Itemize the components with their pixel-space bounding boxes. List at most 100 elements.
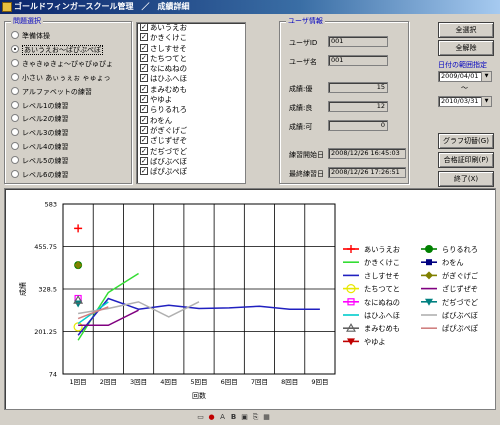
checkbox[interactable] (140, 84, 148, 93)
list-item[interactable]: あいうえお (137, 23, 245, 33)
list-item[interactable]: だぢづでど (137, 146, 245, 157)
list-item[interactable]: わをん (137, 115, 245, 126)
checkbox[interactable] (140, 95, 148, 104)
list-item-label: やゆよ (150, 95, 173, 105)
problem-option-label: アルファベットの練習 (22, 87, 92, 96)
checkbox[interactable] (140, 136, 148, 145)
y-tick-label: 328.5 (38, 286, 57, 294)
user-info-label: ユーザ情報 (286, 17, 325, 26)
problem-option[interactable]: レベル1の練習 (11, 100, 68, 112)
checkbox[interactable] (140, 74, 148, 83)
radio-button[interactable] (11, 114, 19, 123)
problem-option-label: 準備体操 (22, 32, 50, 40)
y-axis-label: 成績 (18, 282, 27, 296)
user-name-label: ユーザ名 (289, 58, 317, 66)
checkbox[interactable] (140, 115, 148, 124)
start-date-field: 2008/12/26 16:45:03 (328, 148, 406, 159)
radio-button[interactable] (11, 58, 19, 67)
print-certificate-button[interactable]: 合格証印刷(P) (438, 152, 494, 168)
chevron-down-icon[interactable]: ▼ (481, 72, 491, 81)
legend-label: ぱぴぷぺぽ (442, 324, 479, 333)
checkbox[interactable] (140, 125, 148, 134)
list-item[interactable]: さしすせそ (137, 43, 245, 54)
list-item[interactable]: ざじずぜぞ (137, 136, 245, 146)
problem-option-label: レベル2の練習 (22, 115, 69, 124)
problem-option[interactable]: きゃきゅきょ～ぴゃぴゅぴょ (11, 58, 113, 70)
checkbox[interactable] (140, 167, 148, 176)
radio-button[interactable] (11, 100, 19, 109)
checkbox[interactable] (140, 23, 148, 31)
problem-option[interactable]: レベル5の練習 (11, 155, 68, 167)
list-item[interactable]: たちつてと (137, 53, 245, 64)
problem-option[interactable]: 小さい あぃぅぇぉ ゃゅょっ (11, 72, 110, 84)
chevron-down-icon[interactable]: ▼ (481, 97, 491, 106)
grade-excellent-field: 15 (328, 82, 388, 93)
x-tick-label: 1回目 (70, 378, 87, 386)
exit-button[interactable]: 終了(X) (438, 171, 494, 187)
checkbox[interactable] (140, 156, 148, 165)
legend-label: わをん (442, 258, 464, 267)
graph-toggle-button[interactable]: グラフ切替(G) (438, 133, 494, 149)
x-tick-label: 5回目 (190, 378, 207, 386)
image-icon[interactable]: ▣ (240, 413, 249, 422)
list-item[interactable]: ぱぴぷぺぽ (137, 167, 245, 177)
radio-button[interactable] (11, 31, 19, 39)
date-to-select[interactable]: 2010/03/31 ▼ (438, 96, 492, 107)
date-from-select[interactable]: 2009/04/01 ▼ (438, 71, 492, 82)
radio-button[interactable] (11, 86, 19, 95)
radio-button[interactable] (11, 44, 19, 53)
radio-button[interactable] (11, 128, 19, 137)
list-item[interactable]: なにぬねの (137, 64, 245, 74)
record-icon[interactable]: ● (207, 413, 216, 422)
problem-option[interactable]: レベル6の練習 (11, 169, 68, 181)
problem-option[interactable]: あいうえお～ぱぴぷぺぽ (11, 44, 103, 56)
problem-option[interactable]: レベル2の練習 (11, 113, 68, 125)
checkbox[interactable] (140, 43, 148, 52)
legend-label: やゆよ (364, 337, 386, 346)
checkbox[interactable] (140, 53, 148, 62)
legend-label: だぢづでど (442, 298, 478, 307)
list-item-label: ざじずぜぞ (150, 136, 187, 146)
checkbox[interactable] (140, 146, 148, 155)
window-title-bar[interactable]: ゴールドフィンガースクール管理 ／ 成績詳細 (0, 0, 500, 14)
radio-button[interactable] (11, 170, 19, 178)
user-id-field: 001 (328, 36, 388, 47)
list-item[interactable]: やゆよ (137, 95, 245, 105)
y-tick-label: 583 (45, 201, 57, 209)
student-checklist[interactable]: あいうえおかきくけこさしすせそたちつてとなにぬねのはひふへほまみむめもやゆよらり… (136, 22, 246, 184)
legend-marker (425, 245, 433, 253)
problem-option-label: 小さい あぃぅぇぉ ゃゅょっ (22, 73, 111, 82)
app-icon (2, 2, 12, 12)
legend-label: はひふへほ (364, 311, 400, 320)
problem-option-label: レベル5の練習 (22, 157, 69, 166)
checkbox[interactable] (140, 105, 148, 114)
clear-all-button[interactable]: 全解除 (438, 40, 494, 56)
problem-option[interactable]: アルファベットの練習 (11, 86, 92, 98)
list-item-label: はひふへほ (150, 74, 187, 84)
list-item[interactable]: はひふへほ (137, 74, 245, 84)
new-icon[interactable]: ▭ (196, 413, 205, 422)
attach-icon[interactable]: ⎘ (251, 413, 260, 422)
problem-option[interactable]: 準備体操 (11, 30, 50, 42)
date-from-value: 2009/04/01 (441, 72, 479, 80)
font-size-icon[interactable]: A (218, 413, 227, 422)
caps-icon[interactable]: ▦ (262, 413, 271, 422)
legend-label: まみむめも (364, 324, 400, 333)
list-item[interactable]: ばびぶべぼ (137, 156, 245, 167)
checkbox[interactable] (140, 64, 148, 73)
list-item[interactable]: かきくけこ (137, 33, 245, 43)
list-item[interactable]: がぎぐげご (137, 125, 245, 136)
select-all-button[interactable]: 全選択 (438, 22, 494, 38)
list-item[interactable]: まみむめも (137, 84, 245, 95)
y-tick-label: 455.75 (34, 243, 57, 251)
list-item[interactable]: らりるれろ (137, 105, 245, 115)
checkbox[interactable] (140, 33, 148, 42)
date-range-separator: ～ (461, 84, 468, 92)
problem-option[interactable]: レベル4の練習 (11, 141, 68, 153)
radio-button[interactable] (11, 142, 19, 151)
grade-fair-label: 成績:可 (289, 123, 313, 131)
radio-button[interactable] (11, 156, 19, 165)
radio-button[interactable] (11, 72, 19, 81)
bold-icon[interactable]: B (229, 413, 238, 422)
problem-option[interactable]: レベル3の練習 (11, 127, 68, 139)
